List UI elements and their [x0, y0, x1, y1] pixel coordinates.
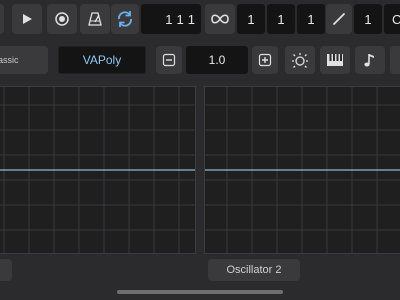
cut-label: C	[392, 11, 400, 27]
music-note-icon	[364, 54, 374, 67]
loop-start-display[interactable]: 1	[237, 4, 265, 34]
brightness-icon	[292, 53, 308, 68]
pencil-icon	[333, 13, 345, 25]
play-button[interactable]	[12, 4, 42, 34]
record-button[interactable]	[47, 4, 77, 34]
position-ticks: 1	[187, 11, 195, 27]
oscillator-2-tab[interactable]: Oscillator 2	[208, 259, 300, 281]
position-display[interactable]: 1 1 1	[141, 4, 201, 34]
loop-start: 1	[247, 11, 255, 27]
keyboard-button[interactable]	[320, 46, 350, 74]
plus-icon	[258, 53, 272, 67]
minus-icon	[162, 53, 176, 67]
play-icon	[23, 14, 32, 24]
record-icon	[55, 12, 69, 26]
value-display[interactable]: 1.0	[186, 46, 248, 74]
preset-name-display[interactable]: VAPoly	[58, 46, 146, 74]
loop-tick-display[interactable]: 1	[297, 4, 325, 34]
oscillator-1-grid	[0, 87, 195, 253]
decrement-button[interactable]	[156, 46, 182, 74]
position-bars: 1	[165, 11, 177, 27]
infinity-icon	[211, 14, 229, 24]
note-button[interactable]	[355, 46, 385, 74]
home-indicator[interactable]	[117, 290, 283, 294]
loop-beat: 1	[277, 11, 285, 27]
cycle-length-button[interactable]	[205, 4, 235, 34]
tempo-display[interactable]: 1	[354, 4, 382, 34]
loop-beat-display[interactable]: 1	[267, 4, 295, 34]
increment-button[interactable]	[252, 46, 278, 74]
position-beats: 1	[176, 11, 188, 27]
oscillator-1-tab[interactable]	[0, 259, 12, 281]
back-button[interactable]	[0, 4, 4, 34]
cut-display[interactable]: C	[384, 4, 400, 34]
preset-name: VAPoly	[82, 53, 122, 67]
metronome-icon	[88, 12, 102, 26]
metronome-button[interactable]	[80, 4, 110, 34]
preset-category-button[interactable]: assic	[0, 46, 48, 74]
value-text: 1.0	[208, 53, 226, 67]
oscillator-2-tab-label: Oscillator 2	[226, 264, 282, 276]
tempo-value: 1	[364, 11, 372, 27]
oscillator-2-scope	[204, 86, 400, 254]
pencil-button[interactable]	[326, 4, 352, 34]
oscillator-2-grid	[205, 87, 400, 253]
loop-button[interactable]	[111, 4, 139, 34]
preset-category-label: assic	[0, 55, 19, 65]
more-button[interactable]	[390, 46, 400, 74]
piano-keyboard-icon	[327, 54, 343, 66]
brightness-button[interactable]	[285, 46, 315, 74]
loop-tick: 1	[307, 11, 315, 27]
oscillator-1-scope	[0, 86, 196, 254]
loop-icon	[118, 11, 132, 27]
